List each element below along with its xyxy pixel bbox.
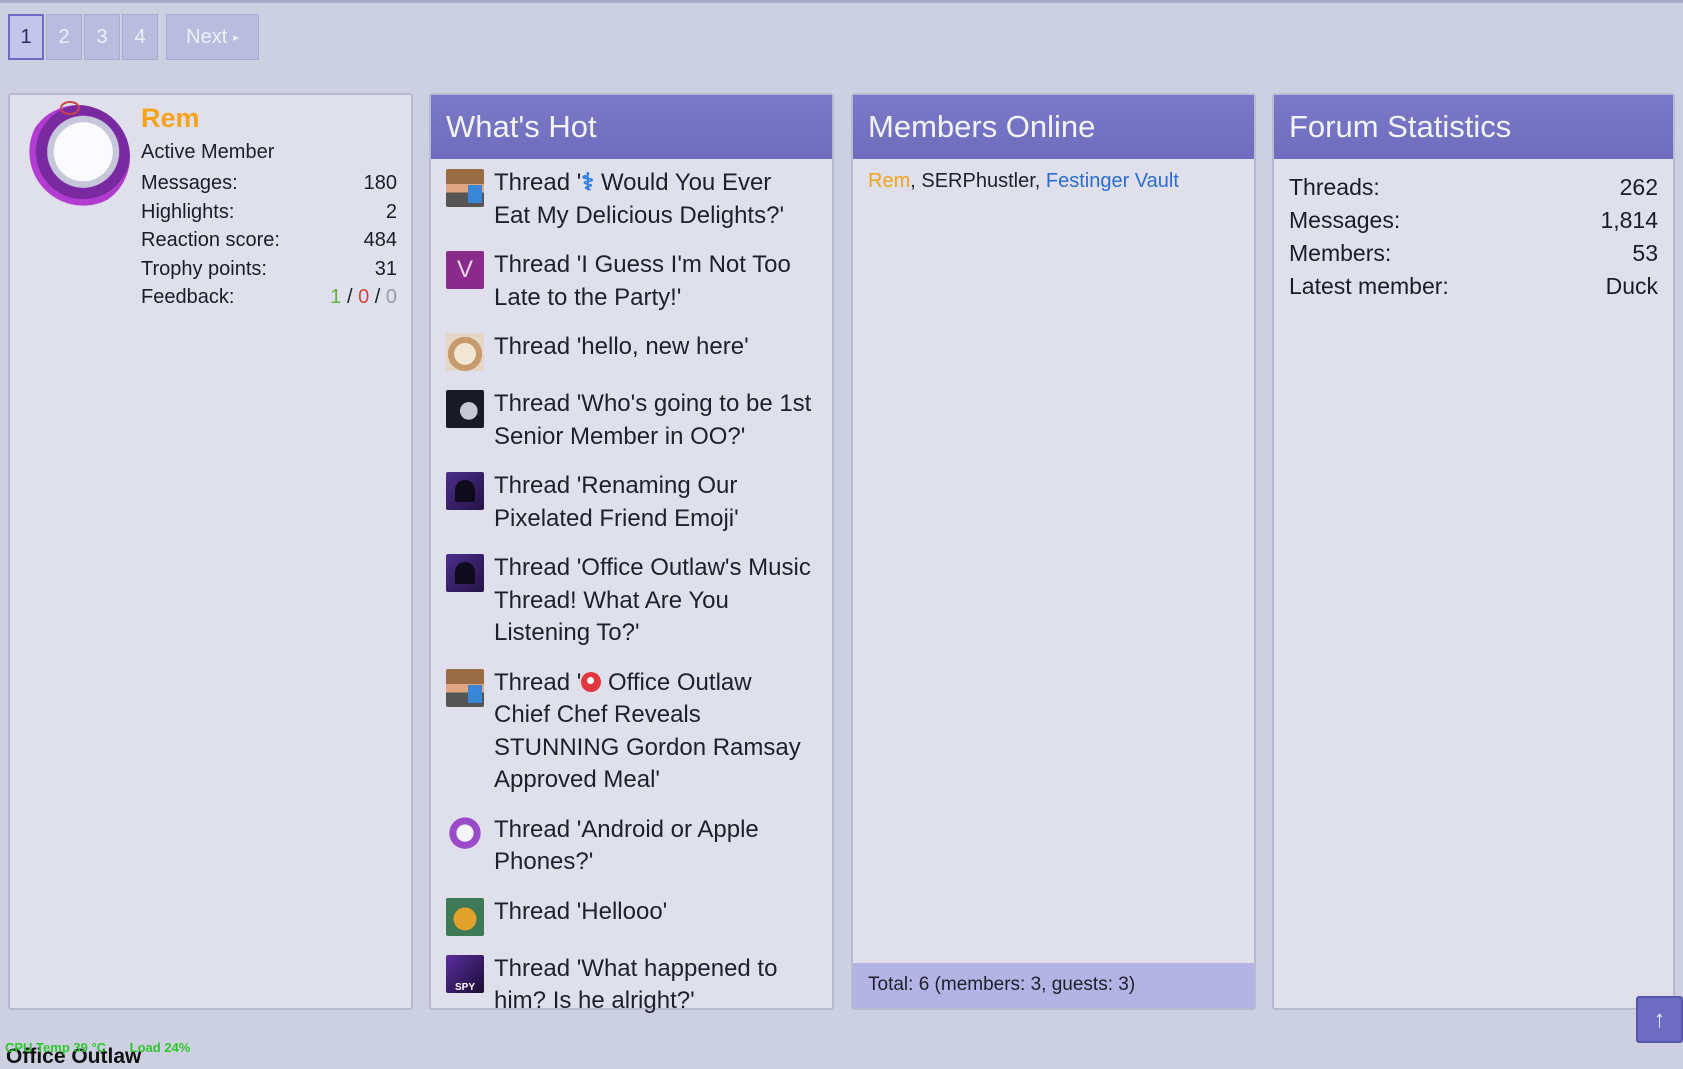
list-item[interactable]: Thread 'Android or Apple Phones?' [446,814,832,879]
feedback-separator: / [374,286,381,308]
cpu-load: Load 24% [129,1040,191,1055]
stat-row: Threads: 262 [1289,171,1658,204]
stat-row: Messages: 180 [141,169,397,198]
thread-link[interactable]: Thread 'What happened to him? Is he alri… [494,953,812,1018]
list-item[interactable]: V Thread 'I Guess I'm Not Too Late to th… [446,249,832,314]
stat-value[interactable]: 31 [375,255,397,284]
thread-link[interactable]: Thread 'Android or Apple Phones?' [494,814,812,879]
stat-label: Highlights: [141,200,235,223]
member-avatar[interactable] [26,101,130,209]
page-1-button[interactable]: 1 [8,14,44,60]
forum-statistics-title: Forum Statistics [1274,95,1673,159]
user-avatar[interactable]: SPY [446,954,484,993]
halo-icon [60,101,80,115]
stat-value: 262 [1619,174,1658,200]
stat-label: Latest member: [1289,273,1449,299]
next-page-button[interactable]: Next ▸ [166,14,259,60]
stat-row: Messages: 1,814 [1289,204,1658,237]
system-monitor-overlay: CPU Temp 39 °C Load 24% [5,1040,210,1055]
caret-right-icon: ▸ [233,31,239,44]
page-3-button[interactable]: 3 [84,14,120,60]
thread-link[interactable]: Thread '⚕ Would You Ever Eat My Deliciou… [494,167,812,232]
list-item[interactable]: Thread 'Hellooo' [446,896,832,936]
online-member-list: Rem, SERPhustler, Festinger Vault [853,159,1254,204]
user-avatar[interactable] [446,897,484,936]
list-item[interactable]: SPY Thread 'What happened to him? Is he … [446,953,832,1018]
feedback-values[interactable]: 1 / 0 / 0 [330,283,397,312]
feedback-neutral: 0 [358,286,370,308]
stat-label: Messages: [1289,207,1401,233]
member-separator: , [1034,170,1046,192]
online-total: Total: 6 (members: 3, guests: 3) [853,963,1254,1008]
thread-link[interactable]: Thread 'Office Outlaw's Music Thread! Wh… [494,552,812,650]
stat-row: Members: 53 [1289,237,1658,270]
list-item[interactable]: Thread 'hello, new here' [446,331,832,371]
meat-emoji-icon [581,671,602,692]
member-separator: , [910,170,922,192]
feedback-positive: 1 [330,286,342,308]
next-label: Next [186,25,228,48]
page-2-button[interactable]: 2 [46,14,82,60]
list-item[interactable]: Thread ' Office Outlaw Chief Chef Reveal… [446,667,832,797]
feedback-separator: / [346,286,353,308]
stat-label: Members: [1289,240,1392,266]
thread-link[interactable]: Thread 'I Guess I'm Not Too Late to the … [494,249,812,314]
stat-label: Trophy points: [141,257,267,280]
medical-emoji-icon: ⚕ [581,169,595,196]
arrow-up-icon: ↑ [1653,1005,1666,1033]
stat-label: Messages: [141,172,238,194]
stat-value[interactable]: 2 [386,198,397,227]
list-item[interactable]: Thread 'Office Outlaw's Music Thread! Wh… [446,552,832,650]
top-divider [0,0,1683,3]
thread-link[interactable]: Thread 'Hellooo' [494,896,812,929]
latest-member-link[interactable]: Duck [1606,270,1658,303]
user-avatar[interactable] [446,815,484,854]
online-member-link[interactable]: Rem [868,170,910,192]
user-avatar[interactable] [446,668,484,707]
stat-row: Reaction score: 484 [141,226,397,255]
thread-link[interactable]: Thread 'hello, new here' [494,331,812,364]
page-4-button[interactable]: 4 [122,14,158,60]
thread-link[interactable]: Thread 'Renaming Our Pixelated Friend Em… [494,470,812,535]
list-item[interactable]: Thread 'Who's going to be 1st Senior Mem… [446,388,832,453]
member-name[interactable]: Rem [141,103,200,134]
list-item[interactable]: Thread '⚕ Would You Ever Eat My Deliciou… [446,167,832,232]
user-avatar[interactable] [446,554,484,592]
stat-label: Threads: [1289,174,1380,200]
stat-row: Trophy points: 31 [141,255,397,284]
feedback-row: Feedback: 1 / 0 / 0 [141,283,397,312]
stat-row: Highlights: 2 [141,198,397,227]
members-online-panel: Members Online Rem, SERPhustler, Festing… [851,93,1256,1010]
cpu-temp: CPU Temp 39 °C [5,1040,107,1055]
user-avatar[interactable] [446,333,484,371]
user-avatar[interactable] [446,472,484,510]
member-stats: Messages: 180 Highlights: 2 Reaction sco… [141,169,397,312]
user-avatar[interactable] [446,390,484,428]
whats-hot-title: What's Hot [431,95,832,159]
members-online-title: Members Online [853,95,1254,159]
feedback-label: Feedback: [141,286,235,308]
stat-value[interactable]: 180 [364,169,397,198]
stat-value: 1,814 [1600,207,1658,233]
hot-thread-list: Thread '⚕ Would You Ever Eat My Deliciou… [431,159,832,1018]
stat-value: 484 [363,229,397,251]
stat-value: 53 [1632,240,1658,266]
thread-link[interactable]: Thread ' Office Outlaw Chief Chef Reveal… [494,667,812,797]
member-card: Rem Active Member Messages: 180 Highligh… [8,93,413,1010]
online-member-link[interactable]: Festinger Vault [1046,170,1179,192]
user-avatar[interactable] [446,169,484,207]
feedback-negative: 0 [385,286,397,308]
user-avatar[interactable]: V [446,251,484,289]
forum-stats-list: Threads: 262 Messages: 1,814 Members: 53… [1274,159,1673,303]
member-title: Active Member [141,141,275,163]
forum-statistics-panel: Forum Statistics Threads: 262 Messages: … [1272,93,1675,1010]
thread-link[interactable]: Thread 'Who's going to be 1st Senior Mem… [494,388,812,453]
pagination: 1 2 3 4 Next ▸ [8,14,261,60]
scroll-to-top-button[interactable]: ↑ [1636,996,1683,1043]
list-item[interactable]: Thread 'Renaming Our Pixelated Friend Em… [446,470,832,535]
stat-row: Latest member: Duck [1289,270,1658,303]
online-member-link[interactable]: SERPhustler [921,170,1034,192]
stat-label: Reaction score: [141,229,280,251]
whats-hot-panel: What's Hot Thread '⚕ Would You Ever Eat … [429,93,834,1014]
